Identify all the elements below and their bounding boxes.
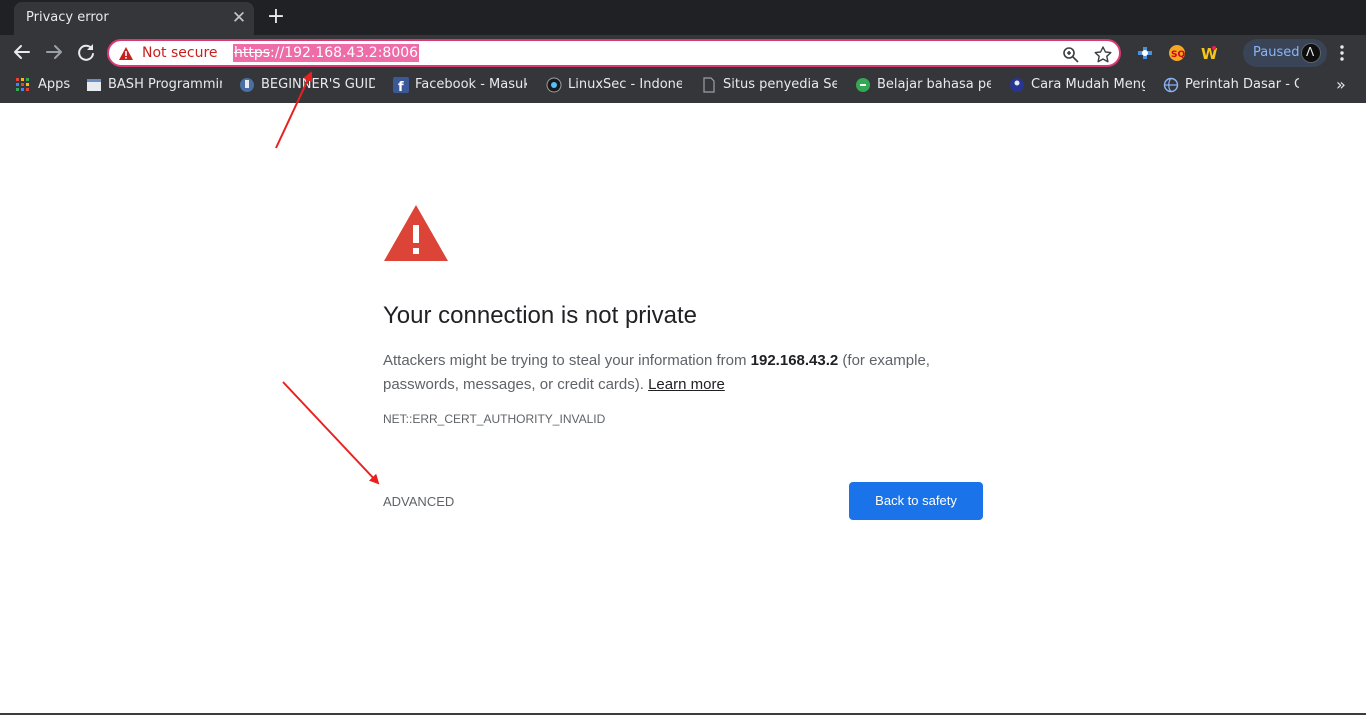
zoom-icon[interactable] [1061,45,1081,65]
extension-w-icon[interactable]: W [1200,44,1218,62]
extension-orange-icon[interactable]: SQ [1168,44,1186,62]
apps-grid-icon [16,78,29,91]
learn-more-link[interactable]: Learn more [648,376,725,393]
site-icon [1010,78,1024,92]
profile-paused-button[interactable]: Paused Λ [1243,39,1327,67]
error-description: Attackers might be trying to steal your … [383,349,983,397]
close-tab-icon[interactable]: ✕ [230,9,248,27]
bookmark-bash[interactable]: BASH Programmin [86,77,222,95]
toolbar: Not secure https://192.168.43.2:8006 SQ … [0,35,1366,70]
bookmarks-bar: Apps BASH Programmin BEGINNER'S GUIDE f … [0,70,1366,103]
bookmarks-overflow-button[interactable]: » [1336,75,1346,94]
svg-text:SQ: SQ [1171,50,1185,60]
blank-page-icon [703,77,715,93]
error-code: NET::ERR_CERT_AUTHORITY_INVALID [383,412,606,426]
bookmark-cara-mudah[interactable]: Cara Mudah Meng [1009,77,1145,95]
bookmark-icon [240,78,254,92]
browser-chrome: Privacy error ✕ + Not secure https://192… [0,0,1366,103]
green-circle-icon [856,78,870,92]
desc-text: Attackers might be trying to steal your … [383,352,751,369]
bookmark-label: Perintah Dasar - Co [1185,77,1299,92]
bookmark-label: Facebook - Masuk [415,77,527,92]
bookmark-perintah-dasar[interactable]: Perintah Dasar - Co [1163,77,1299,95]
kebab-menu-icon[interactable] [1335,43,1349,63]
bookmark-label: Belajar bahasa pen [877,77,991,92]
bookmark-label: Situs penyedia Sert [723,77,837,92]
bookmark-beginners-guide[interactable]: BEGINNER'S GUIDE [239,77,375,95]
not-secure-label[interactable]: Not secure [142,45,218,61]
forward-arrow-icon[interactable] [41,39,67,65]
avatar-glyph: Λ [1306,45,1315,59]
host-name: 192.168.43.2 [750,352,839,369]
back-arrow-icon[interactable] [9,39,35,65]
large-warning-icon [384,205,448,261]
linuxsec-icon [546,77,562,93]
back-to-safety-button[interactable]: Back to safety [849,482,983,520]
bookmark-label: Cara Mudah Meng [1031,77,1145,92]
advanced-button[interactable]: ADVANCED [383,494,454,509]
facebook-icon: f [393,77,409,93]
bookmark-linuxsec[interactable]: LinuxSec - Indones [546,77,682,95]
bookmark-situs[interactable]: Situs penyedia Sert [701,77,837,95]
extension-blue-icon[interactable] [1136,44,1154,62]
bookmark-label: BEGINNER'S GUIDE [261,77,375,92]
globe-icon [1163,77,1179,93]
url-scheme: https [234,45,271,61]
page-title: Your connection is not private [383,302,697,329]
bookmark-apps[interactable]: Apps [15,77,75,95]
new-tab-button[interactable]: + [264,6,288,30]
bookmark-label: LinuxSec - Indones [568,77,682,92]
tab-title: Privacy error [26,10,109,25]
warning-triangle-icon[interactable] [119,47,133,60]
avatar: Λ [1301,43,1321,63]
tab-strip: Privacy error ✕ + [0,0,1366,35]
bookmark-facebook[interactable]: f Facebook - Masuk [393,77,527,95]
error-page: Your connection is not private Attackers… [0,103,1366,713]
svg-text:f: f [398,80,404,93]
url-text[interactable]: https://192.168.43.2:8006 [233,44,420,62]
address-bar[interactable]: Not secure https://192.168.43.2:8006 [107,39,1121,67]
profile-status: Paused [1253,45,1300,60]
bookmark-label: BASH Programmin [108,77,222,92]
page-icon [87,79,101,91]
tab-privacy-error[interactable]: Privacy error ✕ [14,2,254,35]
url-host: ://192.168.43.2:8006 [270,45,419,61]
star-bookmark-icon[interactable] [1093,45,1113,65]
reload-icon[interactable] [73,39,99,65]
bookmark-label: Apps [38,77,71,92]
bookmark-belajar[interactable]: Belajar bahasa pen [855,77,991,95]
